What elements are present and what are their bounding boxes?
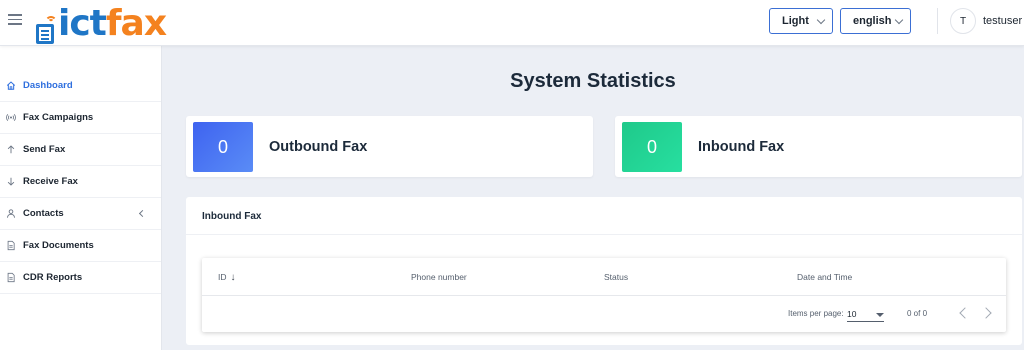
- sidebar-item-label: Receive Fax: [23, 176, 78, 187]
- page-range-label: 0 of 0: [907, 309, 928, 318]
- outbound-fax-card: 0 Outbound Fax: [186, 116, 593, 177]
- divider: [186, 234, 1022, 235]
- sidebar-item-cdr-reports[interactable]: CDR Reports: [0, 262, 161, 294]
- column-header-date-time[interactable]: Date and Time: [797, 272, 852, 282]
- column-header-id[interactable]: ID ↓: [218, 272, 236, 283]
- app-logo[interactable]: ictfax: [36, 3, 167, 44]
- inbound-fax-table: ID ↓ Phone number Status Date and Time It…: [202, 258, 1006, 332]
- inbound-fax-label: Inbound Fax: [698, 139, 785, 155]
- chevron-down-icon: [816, 15, 826, 25]
- sidebar-item-contacts[interactable]: Contacts: [0, 198, 161, 230]
- page-title: System Statistics: [510, 70, 676, 92]
- panel-title: Inbound Fax: [202, 211, 262, 222]
- chevron-down-icon: [894, 15, 904, 25]
- next-page-button[interactable]: [980, 307, 992, 319]
- column-header-phone-number[interactable]: Phone number: [411, 272, 467, 282]
- sidebar-item-fax-campaigns[interactable]: Fax Campaigns: [0, 102, 161, 134]
- sort-arrow-down-icon[interactable]: ↓: [231, 272, 236, 283]
- logo-text: ictfax: [58, 3, 167, 44]
- sidebar-item-label: Dashboard: [23, 80, 73, 91]
- user-avatar[interactable]: T: [950, 8, 976, 34]
- chevron-left-icon[interactable]: [138, 209, 147, 218]
- sidebar-item-label: CDR Reports: [23, 272, 83, 283]
- theme-select-value: Light: [782, 15, 809, 27]
- inbound-fax-panel: Inbound Fax ID ↓ Phone number Status Date…: [186, 197, 1022, 345]
- fax-logo-icon: [36, 16, 57, 44]
- items-per-page-select[interactable]: 10: [847, 306, 884, 322]
- items-per-page-value: 10: [847, 309, 857, 319]
- sidebar-item-label: Fax Campaigns: [23, 112, 94, 123]
- sidebar: Dashboard Fax Campaigns Send Fax Receive…: [0, 46, 162, 350]
- sidebar-item-fax-documents[interactable]: Fax Documents: [0, 230, 161, 262]
- sidebar-item-receive-fax[interactable]: Receive Fax: [0, 166, 161, 198]
- username-label[interactable]: testuser: [983, 15, 1022, 27]
- document-icon: [6, 272, 16, 283]
- theme-select[interactable]: Light: [769, 8, 833, 34]
- divider: [202, 295, 1006, 296]
- broadcast-icon: [6, 113, 16, 123]
- sidebar-item-dashboard[interactable]: Dashboard: [0, 70, 161, 102]
- dropdown-arrow-icon: [876, 313, 884, 317]
- arrow-up-icon: [6, 145, 16, 155]
- outbound-fax-label: Outbound Fax: [269, 139, 368, 155]
- sidebar-item-label: Fax Documents: [23, 240, 94, 251]
- outbound-fax-count: 0: [193, 122, 253, 172]
- inbound-fax-count: 0: [622, 122, 682, 172]
- items-per-page-label: Items per page:: [788, 309, 844, 318]
- hamburger-menu-icon[interactable]: [8, 14, 22, 26]
- language-select[interactable]: english: [840, 8, 911, 34]
- sidebar-item-send-fax[interactable]: Send Fax: [0, 134, 161, 166]
- document-icon: [6, 240, 16, 251]
- sidebar-item-label: Send Fax: [23, 144, 66, 155]
- top-header: ictfax Light english T testuser: [0, 0, 1024, 46]
- person-icon: [6, 209, 16, 219]
- header-divider: [937, 8, 938, 34]
- arrow-down-icon: [6, 177, 16, 187]
- inbound-fax-card: 0 Inbound Fax: [615, 116, 1022, 177]
- sidebar-item-label: Contacts: [23, 208, 64, 219]
- column-header-status[interactable]: Status: [604, 272, 628, 282]
- previous-page-button[interactable]: [959, 307, 971, 319]
- home-icon: [6, 81, 16, 91]
- language-select-value: english: [853, 15, 892, 27]
